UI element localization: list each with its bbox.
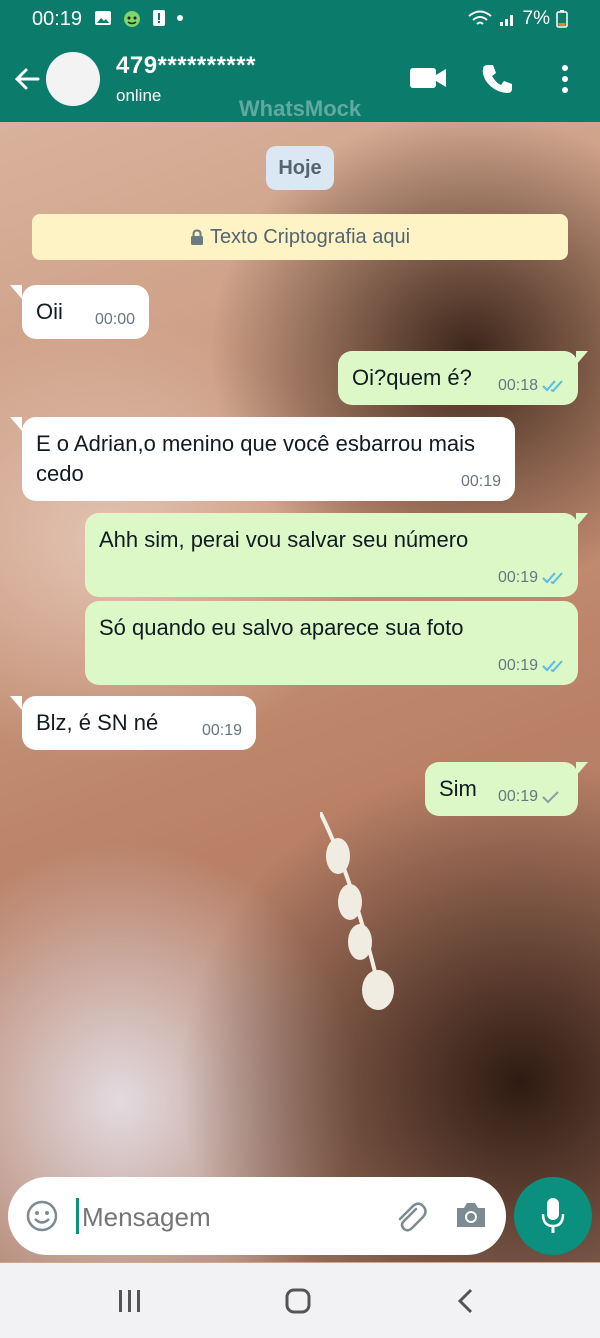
- text-caret: [76, 1198, 79, 1234]
- double-check-read-icon: [542, 572, 563, 585]
- double-check-read-icon: [542, 380, 563, 393]
- battery-percent: 7%: [522, 8, 550, 29]
- signal-icon: [499, 15, 513, 26]
- encryption-text: Texto Criptografia aqui: [209, 226, 411, 248]
- back-arrow-icon[interactable]: [12, 64, 42, 94]
- status-time: 00:19: [32, 8, 83, 30]
- battery-icon: [556, 10, 568, 28]
- lock-icon: [190, 229, 203, 245]
- message-text: Ahh sim, perai vou salvar seu número: [99, 527, 469, 552]
- status-right: 7%: [467, 8, 568, 30]
- recent-apps-icon[interactable]: [116, 1287, 144, 1315]
- phone-icon[interactable]: [480, 62, 514, 96]
- message-time: 00:19: [497, 657, 538, 674]
- single-check-sent-icon: [542, 791, 559, 804]
- message-time: 00:19: [201, 722, 242, 739]
- notification-icons: [94, 8, 184, 28]
- message-text: Só quando eu salvo aparece sua foto: [99, 615, 464, 640]
- dot-icon: [177, 15, 183, 21]
- day-badge: Hoje: [266, 146, 334, 190]
- message-incoming[interactable]: E o Adrian,o menino que você esbarrou ma…: [22, 417, 515, 501]
- bubble-tail: [10, 285, 22, 299]
- emoji-icon[interactable]: [26, 1200, 58, 1232]
- message-time: 00:00: [94, 311, 135, 328]
- gallery-icon: [95, 11, 111, 25]
- message-outgoing[interactable]: Sim 00:19: [425, 762, 578, 816]
- voice-record-button[interactable]: [514, 1177, 592, 1255]
- status-bar: 00:19 7%: [0, 0, 600, 36]
- message-input[interactable]: [80, 1197, 384, 1237]
- message-time: 00:19: [497, 788, 538, 805]
- microphone-icon: [541, 1198, 565, 1233]
- message-time: 00:18: [497, 377, 538, 394]
- message-incoming[interactable]: Oii 00:00: [22, 285, 149, 339]
- double-check-read-icon: [542, 660, 563, 673]
- message-time: 00:19: [497, 569, 538, 586]
- message-text: E o Adrian,o menino que você esbarrou ma…: [36, 431, 476, 486]
- alert-icon: [153, 10, 165, 26]
- attach-icon[interactable]: [392, 1199, 428, 1235]
- home-icon[interactable]: [284, 1287, 312, 1315]
- message-outgoing[interactable]: Oi?quem é? 00:18: [338, 351, 578, 405]
- back-nav-icon[interactable]: [454, 1287, 478, 1315]
- chat-area[interactable]: Hoje Texto Criptografia aqui Oii 00:00 O…: [0, 122, 600, 1262]
- message-text: Blz, é SN né: [36, 710, 159, 735]
- message-text: Sim: [439, 776, 477, 801]
- app-notification-icon: [124, 11, 140, 27]
- wifi-icon: [467, 10, 492, 25]
- message-time: 00:19: [460, 473, 501, 490]
- bubble-tail: [10, 696, 22, 710]
- message-text: Oii: [36, 299, 63, 324]
- watermark: WhatsMock: [238, 96, 362, 121]
- encryption-notice[interactable]: Texto Criptografia aqui: [32, 214, 568, 260]
- chat-header: 479********** online WhatsMock: [0, 36, 600, 122]
- video-call-icon[interactable]: [408, 62, 448, 94]
- contact-name[interactable]: 479**********: [116, 52, 256, 80]
- more-options-icon[interactable]: [558, 62, 572, 96]
- camera-icon[interactable]: [454, 1200, 488, 1230]
- bubble-tail: [10, 417, 22, 431]
- message-composer[interactable]: [8, 1177, 506, 1255]
- message-text: Oi?quem é?: [352, 365, 472, 390]
- message-outgoing[interactable]: Só quando eu salvo aparece sua foto 00:1…: [85, 601, 578, 685]
- wallpaper-decoration: [320, 812, 394, 1010]
- system-nav-bar: [0, 1263, 600, 1338]
- message-incoming[interactable]: Blz, é SN né 00:19: [22, 696, 256, 750]
- message-outgoing[interactable]: Ahh sim, perai vou salvar seu número 00:…: [85, 513, 578, 597]
